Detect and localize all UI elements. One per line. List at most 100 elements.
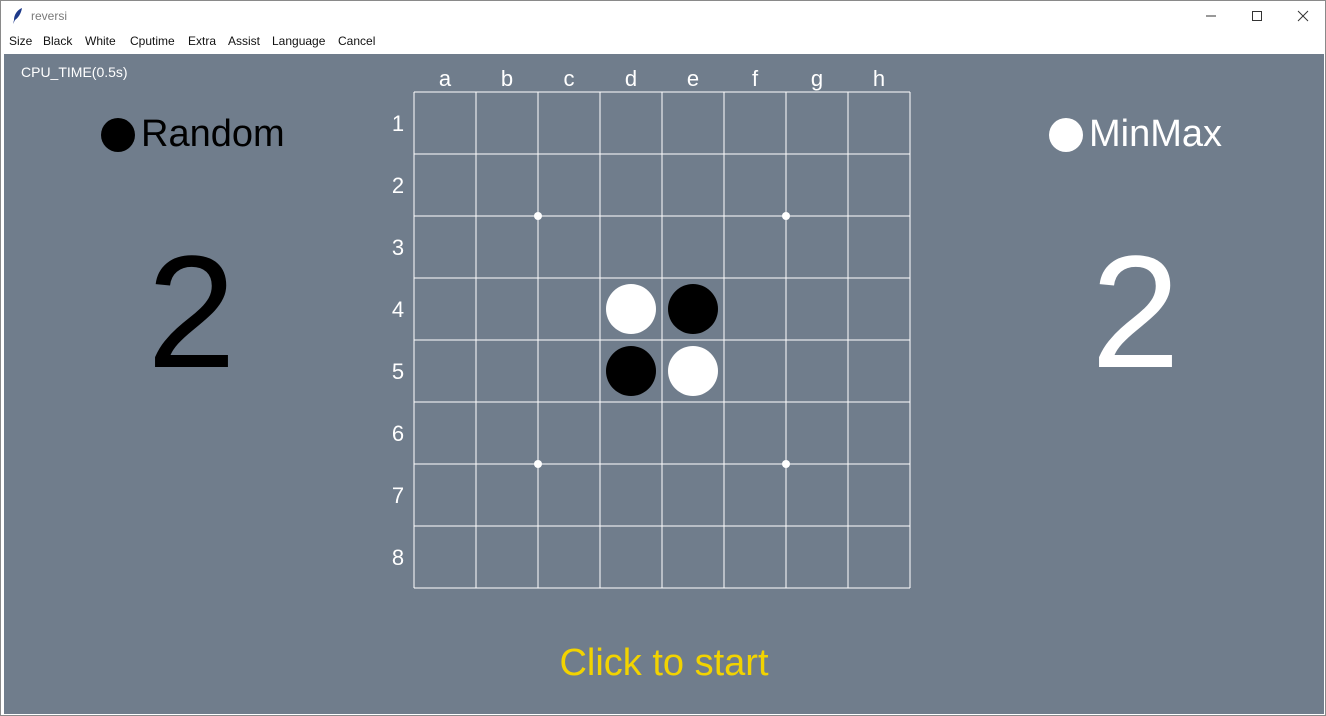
board-cell-a3[interactable] [414,216,476,278]
board-cell-g2[interactable] [786,154,848,216]
board-cell-b4[interactable] [476,278,538,340]
row-label: 6 [392,421,404,446]
board-cell-e1[interactable] [662,92,724,154]
board-cell-h7[interactable] [848,464,910,526]
white-piece-d4 [606,284,656,334]
app-window: reversi Size Black White Cputime Extra A… [0,0,1326,716]
board-cell-e8[interactable] [662,526,724,588]
board-cell-h8[interactable] [848,526,910,588]
maximize-button[interactable] [1234,1,1280,31]
menu-language[interactable]: Language [272,34,325,48]
board-cell-a6[interactable] [414,402,476,464]
row-label: 2 [392,173,404,198]
board-cell-b5[interactable] [476,340,538,402]
board-cell-d1[interactable] [600,92,662,154]
board-cell-d3[interactable] [600,216,662,278]
close-button[interactable] [1280,1,1326,31]
board-cell-b8[interactable] [476,526,538,588]
menu-assist[interactable]: Assist [228,34,260,48]
menu-cputime[interactable]: Cputime [130,34,175,48]
star-point [782,460,790,468]
column-label: c [564,66,575,91]
board-cell-f4[interactable] [724,278,786,340]
board-cell-d6[interactable] [600,402,662,464]
board-cell-c5[interactable] [538,340,600,402]
board-cell-a1[interactable] [414,92,476,154]
board-cell-a7[interactable] [414,464,476,526]
board-cell-c4[interactable] [538,278,600,340]
game-canvas[interactable]: CPU_TIME(0.5s) Random MinMax 2 2 abcdefg… [4,54,1324,714]
reversi-board[interactable]: a b c d e f g h 1 2 3 4 5 6 7 8 [4,54,1324,714]
board-cell-e2[interactable] [662,154,724,216]
row-label: 7 [392,483,404,508]
star-point [782,212,790,220]
board-cell-e6[interactable] [662,402,724,464]
board-cell-b2[interactable] [476,154,538,216]
board-cell-g3[interactable] [786,216,848,278]
board-cell-a4[interactable] [414,278,476,340]
board-cell-g7[interactable] [786,464,848,526]
board-cell-e7[interactable] [662,464,724,526]
board-cell-h2[interactable] [848,154,910,216]
board-cell-g8[interactable] [786,526,848,588]
board-cell-g6[interactable] [786,402,848,464]
minimize-button[interactable] [1188,1,1234,31]
row-label: 1 [392,111,404,136]
board-cell-c1[interactable] [538,92,600,154]
board-cell-f8[interactable] [724,526,786,588]
board-cell-c7[interactable] [538,464,600,526]
window-title: reversi [31,9,68,23]
board-cell-g4[interactable] [786,278,848,340]
menu-size[interactable]: Size [9,34,32,48]
board-cell-e3[interactable] [662,216,724,278]
menu-cancel[interactable]: Cancel [338,34,375,48]
board-cell-h6[interactable] [848,402,910,464]
board-cell-d2[interactable] [600,154,662,216]
board-cell-f6[interactable] [724,402,786,464]
board-cell-f5[interactable] [724,340,786,402]
board-cell-a5[interactable] [414,340,476,402]
board-cell-f1[interactable] [724,92,786,154]
star-point [534,212,542,220]
status-message[interactable]: Click to start [4,642,1324,685]
column-label: b [501,66,513,91]
board-cell-h4[interactable] [848,278,910,340]
board-cell-c3[interactable] [538,216,600,278]
board-cell-f2[interactable] [724,154,786,216]
board-cell-d7[interactable] [600,464,662,526]
menu-extra[interactable]: Extra [188,34,216,48]
board-cell-b1[interactable] [476,92,538,154]
column-label: f [752,66,759,91]
row-label: 5 [392,359,404,384]
board-cell-g1[interactable] [786,92,848,154]
row-label: 3 [392,235,404,260]
board-cell-h3[interactable] [848,216,910,278]
close-icon [1297,10,1309,22]
menu-black[interactable]: Black [43,34,72,48]
title-bar[interactable]: reversi [1,1,1325,32]
board-cell-g5[interactable] [786,340,848,402]
column-label: d [625,66,637,91]
board-cell-f3[interactable] [724,216,786,278]
white-piece-e5 [668,346,718,396]
menu-white[interactable]: White [85,34,116,48]
board-cell-c6[interactable] [538,402,600,464]
board-cell-b6[interactable] [476,402,538,464]
row-label: 8 [392,545,404,570]
board-cell-h5[interactable] [848,340,910,402]
board-cell-f7[interactable] [724,464,786,526]
maximize-icon [1252,11,1262,21]
board-cell-b7[interactable] [476,464,538,526]
row-label: 4 [392,297,404,322]
board-cell-h1[interactable] [848,92,910,154]
menu-bar: Size Black White Cputime Extra Assist La… [1,32,1325,52]
board-cell-d8[interactable] [600,526,662,588]
board-cell-c2[interactable] [538,154,600,216]
column-label: a [439,66,452,91]
board-cell-a2[interactable] [414,154,476,216]
feather-icon [13,8,22,24]
board-cell-a8[interactable] [414,526,476,588]
column-label: e [687,66,699,91]
board-cell-c8[interactable] [538,526,600,588]
board-cell-b3[interactable] [476,216,538,278]
